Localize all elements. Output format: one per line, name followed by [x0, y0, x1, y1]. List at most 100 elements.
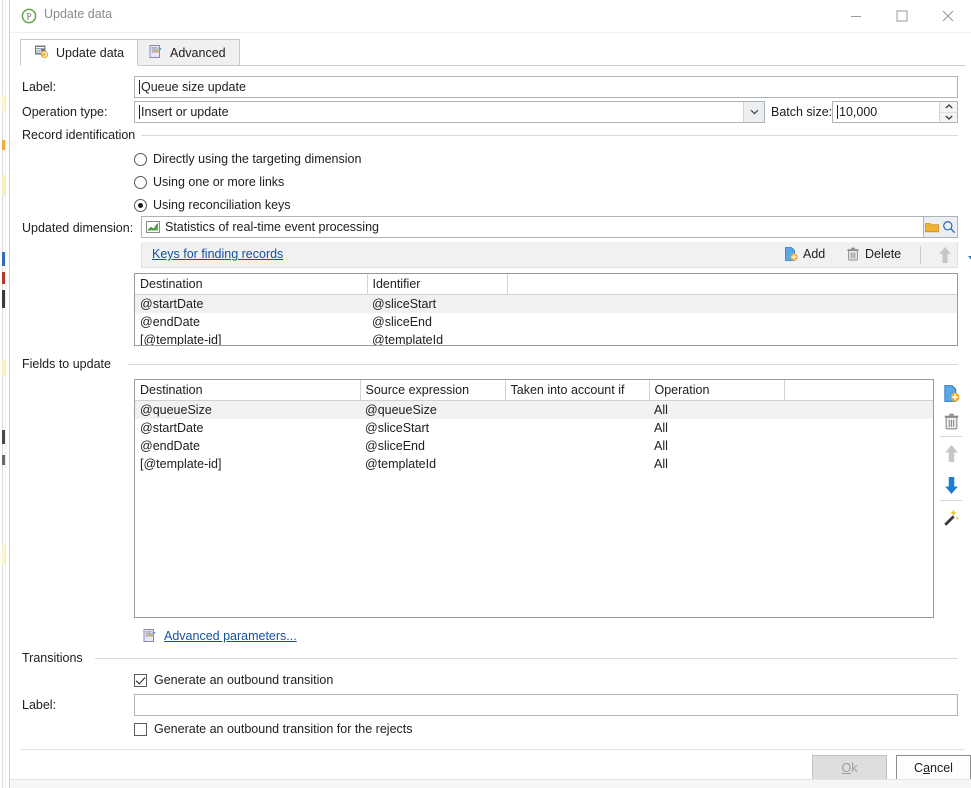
cancel-button[interactable]: Cancel — [896, 755, 971, 780]
delete-field-button[interactable] — [938, 408, 964, 434]
generate-rejects-transition-checkbox[interactable]: Generate an outbound transition for the … — [134, 722, 413, 736]
cell-extra — [784, 437, 933, 455]
column-header[interactable]: Source expression — [360, 380, 506, 401]
add-field-button[interactable] — [938, 380, 964, 406]
table-header-row: Destination Identifier — [135, 274, 957, 295]
radio-using-links[interactable]: Using one or more links — [134, 175, 284, 189]
table-row[interactable]: @queueSize @queueSize All — [135, 400, 933, 419]
column-header[interactable]: Identifier — [367, 274, 508, 295]
advanced-parameters-icon — [142, 628, 157, 643]
transition-label-input[interactable] — [134, 694, 958, 716]
app-icon: P — [21, 8, 37, 24]
update-data-icon — [34, 44, 49, 62]
tab-advanced[interactable]: Advanced — [134, 39, 240, 66]
cell-taken-into-account-if — [505, 437, 649, 455]
checkbox-label: Generate an outbound transition for the … — [154, 722, 413, 736]
transition-label-caption: Label: — [22, 698, 57, 712]
operation-type-value: Insert or update — [141, 105, 229, 119]
table-row[interactable]: @startDate @sliceStart — [135, 294, 957, 313]
cell-operation: All — [654, 457, 668, 471]
transitions-group-title: Transitions — [22, 651, 89, 665]
title-bar: P Update data — [10, 0, 971, 33]
move-key-down-button[interactable] — [966, 246, 971, 267]
cancel-mnemonic: a — [923, 760, 931, 775]
move-key-up-button[interactable] — [937, 246, 953, 267]
cell-destination: [@template-id] — [140, 457, 222, 471]
fields-to-update-group-title: Fields to update — [22, 357, 117, 371]
batch-size-stepper[interactable] — [939, 102, 957, 122]
cell-destination: [@template-id] — [140, 333, 222, 346]
tab-strip: Update data Advanced — [10, 39, 971, 66]
cell-source-expression: @templateId — [365, 457, 437, 471]
close-button[interactable] — [925, 0, 971, 31]
operation-type-caption: Operation type: — [22, 105, 108, 119]
batch-size-input[interactable]: 10,000 — [832, 101, 958, 123]
tab-label: Advanced — [170, 45, 226, 60]
radio-label: Using reconciliation keys — [153, 198, 291, 212]
minimize-button[interactable] — [833, 0, 879, 31]
checkbox-icon[interactable] — [134, 673, 147, 687]
magic-wand-icon — [942, 508, 960, 526]
column-header[interactable]: Taken into account if — [505, 380, 650, 401]
table-row[interactable]: @startDate @sliceStart All — [135, 419, 933, 437]
updated-dimension-value: Statistics of real-time event processing — [165, 220, 379, 234]
footer-divider — [20, 749, 965, 750]
table-row[interactable]: @endDate @sliceEnd All — [135, 437, 933, 455]
magic-wand-button[interactable] — [938, 504, 964, 530]
cell-extra — [784, 419, 933, 437]
chevron-down-icon[interactable] — [743, 102, 764, 122]
table-row[interactable]: [@template-id] @templateId All — [135, 455, 933, 473]
column-header[interactable] — [507, 274, 957, 295]
ok-button[interactable]: Ok — [812, 755, 887, 780]
table-row[interactable]: @endDate @sliceEnd — [135, 313, 957, 331]
cell-destination: @endDate — [140, 439, 200, 453]
window-bottom-strip — [10, 779, 971, 788]
arrow-down-icon — [943, 476, 960, 495]
radio-using-reconciliation-keys[interactable]: Using reconciliation keys — [134, 198, 291, 212]
cell-extra — [784, 455, 933, 473]
operation-type-select[interactable]: Insert or update — [134, 101, 765, 123]
add-key-button[interactable]: Add — [784, 247, 825, 261]
table-header-row: Destination Source expression Taken into… — [135, 380, 933, 401]
column-header[interactable]: Destination — [135, 274, 368, 295]
radio-icon[interactable] — [134, 152, 147, 166]
cancel-label-pre: C — [914, 760, 924, 775]
trash-icon — [846, 247, 860, 261]
toolbar-divider — [940, 436, 962, 437]
column-header[interactable]: Destination — [135, 380, 361, 401]
advanced-parameters-link[interactable]: Advanced parameters... — [142, 628, 297, 643]
column-header[interactable]: Operation — [649, 380, 785, 401]
fields-table[interactable]: Destination Source expression Taken into… — [134, 379, 934, 618]
keys-table[interactable]: Destination Identifier @startDate @slice… — [134, 273, 958, 346]
cancel-label-rest: ncel — [930, 760, 953, 775]
radio-directly-targeting-dimension[interactable]: Directly using the targeting dimension — [134, 152, 361, 166]
cell-destination: @startDate — [140, 421, 204, 435]
radio-label: Using one or more links — [153, 175, 285, 189]
cell-operation: All — [654, 421, 668, 435]
search-icon[interactable] — [942, 220, 956, 234]
ok-label-rest: k — [851, 760, 858, 775]
table-row[interactable]: [@template-id] @templateId — [135, 331, 957, 346]
maximize-button[interactable] — [879, 0, 925, 31]
delete-key-button[interactable]: Delete — [846, 247, 901, 261]
trash-icon — [943, 413, 960, 430]
radio-icon[interactable] — [134, 175, 147, 189]
stepper-up-icon[interactable] — [940, 102, 957, 112]
move-field-up-button[interactable] — [938, 440, 964, 466]
keys-panel-title: Keys for finding records — [152, 247, 284, 261]
label-input[interactable]: Queue size update — [134, 76, 958, 98]
radio-icon[interactable] — [134, 198, 147, 212]
stepper-down-icon[interactable] — [940, 111, 957, 123]
updated-dimension-input[interactable]: Statistics of real-time event processing — [141, 216, 924, 238]
tab-update-data[interactable]: Update data — [20, 39, 139, 66]
column-header[interactable] — [784, 380, 933, 401]
generate-outbound-transition-checkbox[interactable]: Generate an outbound transition — [134, 673, 333, 687]
folder-icon[interactable] — [925, 221, 940, 233]
radio-label: Directly using the targeting dimension — [153, 152, 362, 166]
tab-label: Update data — [56, 45, 125, 60]
cell-taken-into-account-if — [505, 419, 649, 437]
move-field-down-button[interactable] — [938, 472, 964, 498]
group-divider — [140, 135, 958, 136]
checkbox-icon[interactable] — [134, 722, 147, 736]
toolbar-divider — [920, 246, 921, 264]
